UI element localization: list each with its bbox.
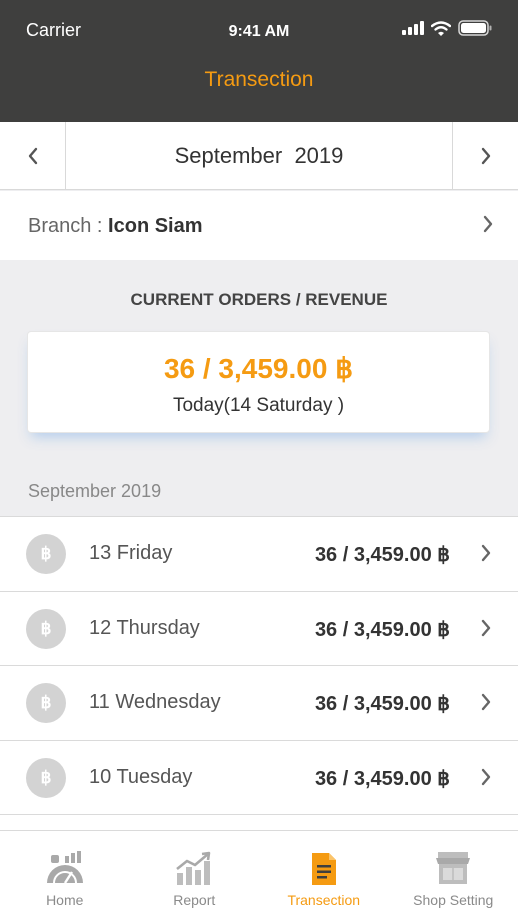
chevron-right-icon bbox=[481, 768, 491, 785]
branch-name: Icon Siam bbox=[108, 215, 203, 237]
daily-transaction-list: ฿ 13 Friday 36 / 3,459.00 ฿ ฿ 12 Thursda… bbox=[0, 516, 518, 830]
chevron-right-icon bbox=[481, 544, 491, 562]
month-navigator: September 2019 bbox=[0, 122, 518, 190]
next-month-button[interactable] bbox=[452, 122, 518, 190]
summary-value: 36 / 3,459.00 ฿ bbox=[163, 353, 354, 384]
status-icons bbox=[402, 20, 492, 36]
list-item[interactable]: ฿ 12 Thursday 36 / 3,459.00 ฿ bbox=[0, 592, 518, 666]
previous-month-button[interactable] bbox=[0, 122, 66, 190]
list-item[interactable]: ฿ 10 Tuesday 36 / 3,459.00 ฿ bbox=[0, 741, 518, 815]
list-item-day: 12 Thursday bbox=[89, 616, 200, 639]
summary-card: 36 / 3,459.00 ฿ Today(14 Saturday ) bbox=[27, 331, 490, 433]
list-item-day: 13 Friday bbox=[89, 542, 173, 564]
tab-bar: Home Report Transection Shop Setting bbox=[0, 830, 518, 920]
summary-date: Today(14 Saturday ) bbox=[172, 395, 345, 416]
shop-icon bbox=[436, 852, 471, 884]
wifi-icon bbox=[431, 20, 451, 36]
list-item-amount: 36 / 3,459.00 ฿ bbox=[314, 767, 450, 790]
signal-icon bbox=[402, 21, 424, 35]
branch-selector[interactable]: Branch : Icon Siam bbox=[0, 191, 518, 260]
chevron-right-icon bbox=[481, 619, 491, 636]
list-item[interactable]: ฿ 13 Friday 36 / 3,459.00 ฿ bbox=[0, 517, 518, 592]
tab-home-label: Home bbox=[46, 892, 84, 908]
tab-home[interactable]: Home bbox=[0, 831, 130, 920]
home-dashboard-icon bbox=[46, 851, 83, 884]
baht-coin-icon: ฿ bbox=[26, 683, 66, 723]
list-item-day: 11 Wednesday bbox=[89, 691, 221, 713]
branch-text: Branch : Icon Siam bbox=[28, 215, 203, 238]
list-item-amount: 36 / 3,459.00 ฿ bbox=[314, 618, 450, 641]
summary-title: CURRENT ORDERS / REVENUE bbox=[130, 290, 388, 309]
tab-report[interactable]: Report bbox=[130, 831, 260, 920]
tab-report-label: Report bbox=[173, 892, 216, 908]
list-item-amount: 36 / 3,459.00 ฿ bbox=[314, 544, 450, 566]
list-month-header: September 2019 bbox=[28, 481, 162, 501]
baht-coin-icon: ฿ bbox=[26, 757, 66, 798]
report-chart-icon bbox=[176, 851, 211, 885]
current-month-label: September 2019 bbox=[174, 143, 344, 168]
chevron-right-icon bbox=[481, 147, 490, 165]
page-title: Transection bbox=[204, 68, 314, 91]
battery-icon bbox=[458, 20, 492, 36]
tab-transection-label: Transection bbox=[287, 892, 361, 908]
chevron-right-icon bbox=[483, 215, 493, 233]
baht-coin-icon: ฿ bbox=[26, 608, 66, 649]
baht-coin-icon: ฿ bbox=[26, 534, 66, 574]
list-item-amount: 36 / 3,459.00 ฿ bbox=[314, 693, 450, 715]
tab-shop-setting-label: Shop Setting bbox=[413, 892, 494, 908]
tab-shop-setting[interactable]: Shop Setting bbox=[389, 831, 518, 920]
tab-transection[interactable]: Transection bbox=[259, 831, 389, 920]
branch-label: Branch : bbox=[28, 215, 103, 237]
chevron-left-icon bbox=[28, 147, 37, 165]
chevron-right-icon bbox=[481, 693, 491, 711]
list-item-day: 10 Tuesday bbox=[89, 765, 193, 788]
app-header: Carrier 9:41 AM Transection bbox=[0, 0, 518, 122]
document-icon bbox=[311, 853, 336, 885]
list-item[interactable]: ฿ 11 Wednesday 36 / 3,459.00 ฿ bbox=[0, 666, 518, 741]
status-bar: Carrier 9:41 AM bbox=[0, 0, 518, 60]
